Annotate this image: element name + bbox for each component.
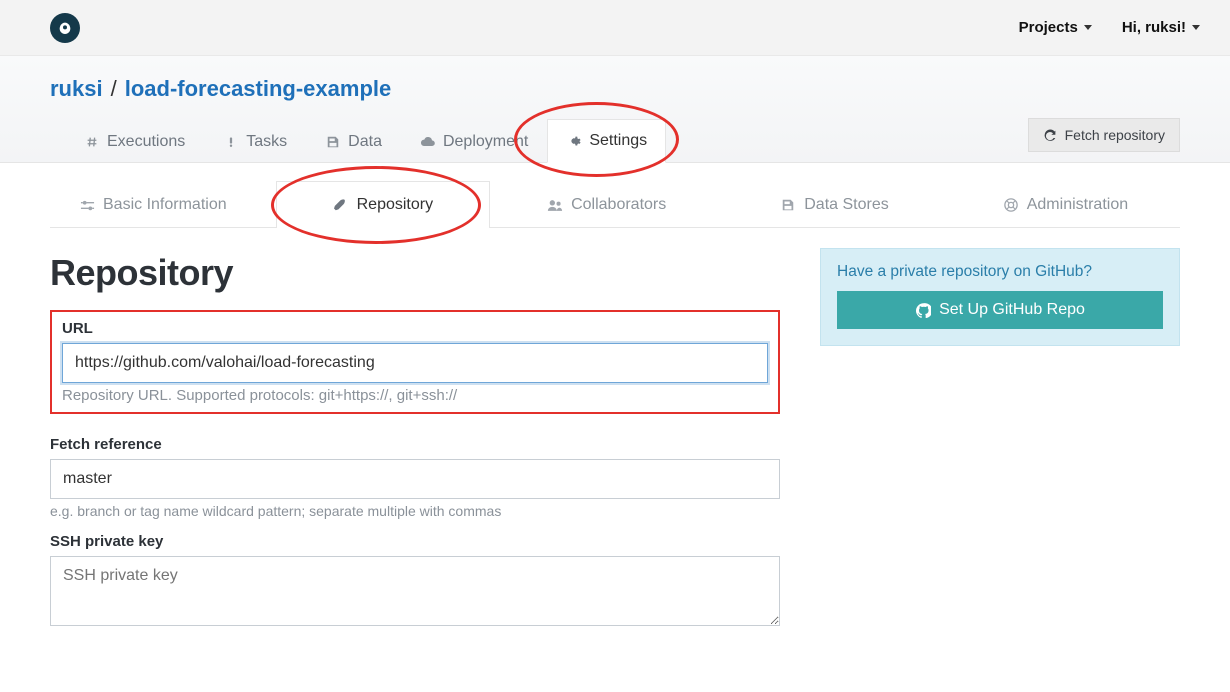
exclamation-icon: [223, 134, 239, 150]
main-tabs: Executions Tasks Data Deployment Setting…: [65, 118, 1180, 162]
tab-label: Data: [348, 133, 382, 151]
subtab-label: Data Stores: [804, 196, 888, 214]
subtab-administration[interactable]: Administration: [946, 181, 1177, 228]
github-private-repo-box: Have a private repository on GitHub? Set…: [820, 248, 1180, 346]
url-input[interactable]: [62, 343, 768, 383]
subtab-label: Administration: [1027, 196, 1128, 214]
chevron-down-icon: [1192, 25, 1200, 30]
sliders-icon: [79, 197, 95, 213]
refresh-icon: [1043, 127, 1059, 143]
tab-tasks[interactable]: Tasks: [204, 120, 306, 163]
tab-settings[interactable]: Settings: [547, 119, 666, 163]
ssh-key-label: SSH private key: [50, 533, 780, 550]
fetch-repository-button[interactable]: Fetch repository: [1028, 118, 1180, 152]
breadcrumb-project[interactable]: load-forecasting-example: [125, 76, 392, 102]
save-icon: [325, 134, 341, 150]
url-field-highlight-box: URL Repository URL. Supported protocols:…: [50, 310, 780, 414]
subtab-label: Repository: [357, 196, 433, 214]
user-menu[interactable]: Hi, ruksi!: [1122, 19, 1200, 36]
fetch-reference-label: Fetch reference: [50, 436, 780, 453]
url-label: URL: [62, 320, 768, 337]
top-bar: Projects Hi, ruksi!: [0, 0, 1230, 56]
page-title: Repository: [50, 252, 780, 294]
life-ring-icon: [1003, 197, 1019, 213]
breadcrumb: ruksi / load-forecasting-example: [50, 76, 1180, 102]
cloud-icon: [420, 134, 436, 150]
breadcrumb-owner[interactable]: ruksi: [50, 76, 103, 102]
app-logo[interactable]: [50, 13, 80, 43]
fetch-button-label: Fetch repository: [1065, 127, 1165, 143]
hash-icon: [84, 134, 100, 150]
subtab-data-stores[interactable]: Data Stores: [723, 181, 945, 228]
breadcrumb-separator: /: [111, 76, 117, 102]
github-icon: [915, 302, 931, 318]
project-header: ruksi / load-forecasting-example Executi…: [0, 56, 1230, 163]
tab-data[interactable]: Data: [306, 120, 401, 163]
fetch-reference-help: e.g. branch or tag name wildcard pattern…: [50, 503, 780, 519]
rocket-icon: [333, 197, 349, 213]
user-menu-label: Hi, ruksi!: [1122, 19, 1186, 36]
github-button-label: Set Up GitHub Repo: [939, 301, 1085, 319]
tab-executions[interactable]: Executions: [65, 120, 204, 163]
subtab-collaborators[interactable]: Collaborators: [490, 181, 723, 228]
projects-menu-label: Projects: [1019, 19, 1078, 36]
setup-github-repo-button[interactable]: Set Up GitHub Repo: [837, 291, 1163, 329]
tab-label: Tasks: [246, 133, 287, 151]
url-help-text: Repository URL. Supported protocols: git…: [62, 387, 768, 404]
subtab-label: Basic Information: [103, 196, 227, 214]
tab-label: Settings: [589, 132, 647, 150]
tab-label: Executions: [107, 133, 185, 151]
ssh-key-textarea[interactable]: [50, 556, 780, 626]
subtab-label: Collaborators: [571, 196, 666, 214]
projects-menu[interactable]: Projects: [1019, 19, 1092, 36]
settings-subtabs: Basic Information Repository Collaborato…: [50, 181, 1180, 228]
subtab-repository[interactable]: Repository: [276, 181, 490, 228]
github-box-title: Have a private repository on GitHub?: [837, 263, 1163, 281]
fetch-reference-input[interactable]: [50, 459, 780, 499]
gear-icon: [566, 133, 582, 149]
tab-deployment[interactable]: Deployment: [401, 120, 547, 163]
save-icon: [780, 197, 796, 213]
subtab-basic-information[interactable]: Basic Information: [50, 181, 276, 228]
chevron-down-icon: [1084, 25, 1092, 30]
users-icon: [547, 197, 563, 213]
tab-label: Deployment: [443, 133, 528, 151]
